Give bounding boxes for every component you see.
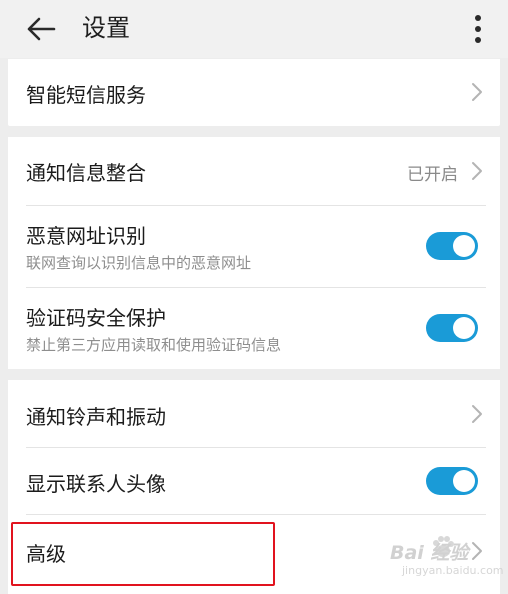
settings-group-security: 通知信息整合 已开启 恶意网址识别 联网查询以识别信息中的恶意网址 验证码安全保… bbox=[8, 137, 500, 369]
chevron-right-icon bbox=[472, 405, 482, 423]
setting-description: 联网查询以识别信息中的恶意网址 bbox=[26, 254, 252, 272]
malicious-url-toggle[interactable] bbox=[426, 232, 478, 260]
settings-group-sms: 智能短信服务 bbox=[8, 59, 500, 126]
watermark-url: jingyan.baidu.com bbox=[402, 564, 504, 577]
app-header: 设置 bbox=[0, 0, 508, 58]
chevron-right-icon bbox=[472, 162, 482, 180]
setting-value: 已开启 bbox=[407, 165, 458, 185]
back-arrow-icon bbox=[27, 17, 56, 41]
setting-label: 通知铃声和振动 bbox=[26, 405, 166, 429]
watermark-text: Bai 经验 bbox=[390, 542, 469, 564]
contact-avatar-toggle[interactable] bbox=[426, 467, 478, 495]
highlight-box bbox=[11, 522, 275, 586]
settings-screen: 设置 智能短信服务 通知信息整合 已开启 恶意网址识别 联网查询以识别信息中的恶… bbox=[0, 0, 508, 594]
toggle-knob bbox=[453, 235, 475, 257]
setting-row-smart-sms[interactable]: 智能短信服务 bbox=[8, 59, 500, 126]
setting-row-contact-avatar: 显示联系人头像 bbox=[8, 448, 500, 514]
chevron-right-icon bbox=[472, 83, 482, 101]
baidu-watermark: Bai 经验 jingyan.baidu.com bbox=[384, 532, 504, 588]
setting-row-ringtone[interactable]: 通知铃声和振动 bbox=[8, 380, 500, 447]
setting-label: 验证码安全保护 bbox=[26, 306, 166, 330]
toggle-knob bbox=[453, 317, 475, 339]
setting-row-malicious-url: 恶意网址识别 联网查询以识别信息中的恶意网址 bbox=[8, 206, 500, 287]
setting-label: 恶意网址识别 bbox=[26, 224, 146, 248]
setting-description: 禁止第三方应用读取和使用验证码信息 bbox=[26, 336, 282, 354]
page-title: 设置 bbox=[82, 14, 130, 42]
more-options-button[interactable] bbox=[463, 9, 493, 49]
setting-row-captcha-protect: 验证码安全保护 禁止第三方应用读取和使用验证码信息 bbox=[8, 288, 500, 369]
back-button[interactable] bbox=[24, 12, 58, 46]
captcha-protect-toggle[interactable] bbox=[426, 314, 478, 342]
setting-label: 智能短信服务 bbox=[26, 83, 146, 107]
setting-row-notify-merge[interactable]: 通知信息整合 已开启 bbox=[8, 137, 500, 205]
setting-label: 显示联系人头像 bbox=[26, 472, 166, 496]
setting-label: 通知信息整合 bbox=[26, 161, 146, 185]
toggle-knob bbox=[453, 470, 475, 492]
more-vertical-icon bbox=[475, 15, 481, 43]
